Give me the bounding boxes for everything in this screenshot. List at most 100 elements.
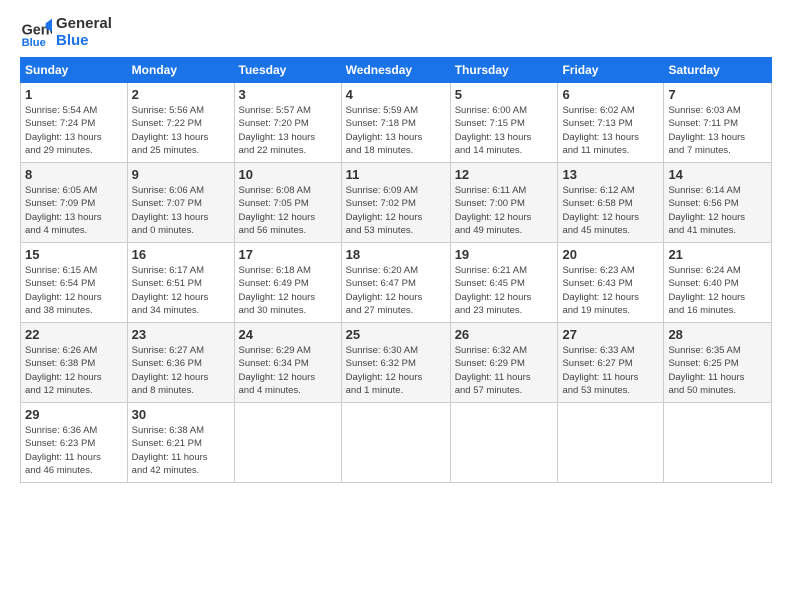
calendar-table: SundayMondayTuesdayWednesdayThursdayFrid… <box>20 57 772 483</box>
day-number: 16 <box>132 247 230 262</box>
day-number: 25 <box>346 327 446 342</box>
calendar-cell: 4 Sunrise: 5:59 AM Sunset: 7:18 PM Daylig… <box>341 83 450 163</box>
day-number: 8 <box>25 167 123 182</box>
calendar-cell: 28 Sunrise: 6:35 AM Sunset: 6:25 PM Dayli… <box>664 323 772 403</box>
day-info: Sunrise: 6:09 AM Sunset: 7:02 PM Dayligh… <box>346 184 446 237</box>
day-info: Sunrise: 6:21 AM Sunset: 6:45 PM Dayligh… <box>455 264 554 317</box>
day-info: Sunrise: 6:20 AM Sunset: 6:47 PM Dayligh… <box>346 264 446 317</box>
day-number: 20 <box>562 247 659 262</box>
day-info: Sunrise: 6:38 AM Sunset: 6:21 PM Dayligh… <box>132 424 230 477</box>
day-info: Sunrise: 6:32 AM Sunset: 6:29 PM Dayligh… <box>455 344 554 397</box>
page: General Blue General Blue SundayMondayTu… <box>0 0 792 612</box>
day-info: Sunrise: 6:33 AM Sunset: 6:27 PM Dayligh… <box>562 344 659 397</box>
day-number: 13 <box>562 167 659 182</box>
day-info: Sunrise: 6:06 AM Sunset: 7:07 PM Dayligh… <box>132 184 230 237</box>
day-info: Sunrise: 6:11 AM Sunset: 7:00 PM Dayligh… <box>455 184 554 237</box>
day-number: 10 <box>239 167 337 182</box>
day-number: 3 <box>239 87 337 102</box>
calendar-cell: 17 Sunrise: 6:18 AM Sunset: 6:49 PM Dayli… <box>234 243 341 323</box>
day-number: 29 <box>25 407 123 422</box>
calendar-cell: 24 Sunrise: 6:29 AM Sunset: 6:34 PM Dayli… <box>234 323 341 403</box>
day-number: 28 <box>668 327 767 342</box>
calendar-cell: 12 Sunrise: 6:11 AM Sunset: 7:00 PM Dayli… <box>450 163 558 243</box>
day-info: Sunrise: 6:05 AM Sunset: 7:09 PM Dayligh… <box>25 184 123 237</box>
calendar-cell <box>450 403 558 483</box>
day-number: 12 <box>455 167 554 182</box>
day-info: Sunrise: 6:15 AM Sunset: 6:54 PM Dayligh… <box>25 264 123 317</box>
calendar-cell: 25Sunrise: 6:30 AM Sunset: 6:32 PM Dayli… <box>341 323 450 403</box>
calendar-cell: 1 Sunrise: 5:54 AM Sunset: 7:24 PM Daylig… <box>21 83 128 163</box>
calendar-cell <box>664 403 772 483</box>
day-number: 9 <box>132 167 230 182</box>
calendar-cell: 14 Sunrise: 6:14 AM Sunset: 6:56 PM Dayli… <box>664 163 772 243</box>
logo-blue: Blue <box>56 33 112 50</box>
logo-wordmark: General Blue <box>56 16 112 49</box>
day-info: Sunrise: 6:18 AM Sunset: 6:49 PM Dayligh… <box>239 264 337 317</box>
weekday-header-tuesday: Tuesday <box>234 58 341 83</box>
calendar-cell: 10 Sunrise: 6:08 AM Sunset: 7:05 PM Dayli… <box>234 163 341 243</box>
calendar-cell: 22 Sunrise: 6:26 AM Sunset: 6:38 PM Dayli… <box>21 323 128 403</box>
day-info: Sunrise: 6:12 AM Sunset: 6:58 PM Dayligh… <box>562 184 659 237</box>
calendar-cell: 26 Sunrise: 6:32 AM Sunset: 6:29 PM Dayli… <box>450 323 558 403</box>
day-info: Sunrise: 6:36 AM Sunset: 6:23 PM Dayligh… <box>25 424 123 477</box>
weekday-header-friday: Friday <box>558 58 664 83</box>
day-info: Sunrise: 6:14 AM Sunset: 6:56 PM Dayligh… <box>668 184 767 237</box>
day-info: Sunrise: 5:56 AM Sunset: 7:22 PM Dayligh… <box>132 104 230 157</box>
day-info: Sunrise: 6:26 AM Sunset: 6:38 PM Dayligh… <box>25 344 123 397</box>
calendar-cell: 5 Sunrise: 6:00 AM Sunset: 7:15 PM Daylig… <box>450 83 558 163</box>
svg-text:Blue: Blue <box>22 36 46 48</box>
calendar-cell: 16Sunrise: 6:17 AM Sunset: 6:51 PM Dayli… <box>127 243 234 323</box>
day-number: 18 <box>346 247 446 262</box>
day-number: 23 <box>132 327 230 342</box>
day-info: Sunrise: 5:54 AM Sunset: 7:24 PM Dayligh… <box>25 104 123 157</box>
weekday-header-sunday: Sunday <box>21 58 128 83</box>
day-number: 15 <box>25 247 123 262</box>
calendar-cell: 3 Sunrise: 5:57 AM Sunset: 7:20 PM Daylig… <box>234 83 341 163</box>
calendar-cell: 18 Sunrise: 6:20 AM Sunset: 6:47 PM Dayli… <box>341 243 450 323</box>
day-info: Sunrise: 6:02 AM Sunset: 7:13 PM Dayligh… <box>562 104 659 157</box>
day-number: 27 <box>562 327 659 342</box>
day-info: Sunrise: 6:03 AM Sunset: 7:11 PM Dayligh… <box>668 104 767 157</box>
calendar-cell: 9 Sunrise: 6:06 AM Sunset: 7:07 PM Daylig… <box>127 163 234 243</box>
calendar-cell <box>341 403 450 483</box>
calendar-cell: 11 Sunrise: 6:09 AM Sunset: 7:02 PM Dayli… <box>341 163 450 243</box>
day-number: 6 <box>562 87 659 102</box>
day-number: 30 <box>132 407 230 422</box>
day-info: Sunrise: 6:35 AM Sunset: 6:25 PM Dayligh… <box>668 344 767 397</box>
day-number: 5 <box>455 87 554 102</box>
calendar-cell: 27 Sunrise: 6:33 AM Sunset: 6:27 PM Dayli… <box>558 323 664 403</box>
calendar-cell: 19 Sunrise: 6:21 AM Sunset: 6:45 PM Dayli… <box>450 243 558 323</box>
day-number: 4 <box>346 87 446 102</box>
day-info: Sunrise: 5:59 AM Sunset: 7:18 PM Dayligh… <box>346 104 446 157</box>
calendar-cell: 6 Sunrise: 6:02 AM Sunset: 7:13 PM Daylig… <box>558 83 664 163</box>
logo-general: General <box>56 16 112 33</box>
day-number: 24 <box>239 327 337 342</box>
calendar-week-5: 29 Sunrise: 6:36 AM Sunset: 6:23 PM Dayli… <box>21 403 772 483</box>
day-number: 1 <box>25 87 123 102</box>
calendar-cell: 20 Sunrise: 6:23 AM Sunset: 6:43 PM Dayli… <box>558 243 664 323</box>
day-number: 17 <box>239 247 337 262</box>
calendar-cell: 15 Sunrise: 6:15 AM Sunset: 6:54 PM Dayli… <box>21 243 128 323</box>
weekday-header-saturday: Saturday <box>664 58 772 83</box>
day-info: Sunrise: 5:57 AM Sunset: 7:20 PM Dayligh… <box>239 104 337 157</box>
day-number: 14 <box>668 167 767 182</box>
day-info: Sunrise: 6:00 AM Sunset: 7:15 PM Dayligh… <box>455 104 554 157</box>
calendar-cell: 23 Sunrise: 6:27 AM Sunset: 6:36 PM Dayli… <box>127 323 234 403</box>
day-number: 7 <box>668 87 767 102</box>
calendar-cell <box>558 403 664 483</box>
calendar-cell: 7 Sunrise: 6:03 AM Sunset: 7:11 PM Daylig… <box>664 83 772 163</box>
calendar-cell: 2Sunrise: 5:56 AM Sunset: 7:22 PM Daylig… <box>127 83 234 163</box>
day-number: 19 <box>455 247 554 262</box>
day-number: 22 <box>25 327 123 342</box>
calendar-cell <box>234 403 341 483</box>
day-info: Sunrise: 6:08 AM Sunset: 7:05 PM Dayligh… <box>239 184 337 237</box>
day-number: 26 <box>455 327 554 342</box>
day-number: 11 <box>346 167 446 182</box>
calendar-cell: 30 Sunrise: 6:38 AM Sunset: 6:21 PM Dayli… <box>127 403 234 483</box>
header: General Blue General Blue <box>20 16 772 49</box>
day-info: Sunrise: 6:24 AM Sunset: 6:40 PM Dayligh… <box>668 264 767 317</box>
day-info: Sunrise: 6:29 AM Sunset: 6:34 PM Dayligh… <box>239 344 337 397</box>
day-info: Sunrise: 6:27 AM Sunset: 6:36 PM Dayligh… <box>132 344 230 397</box>
weekday-header-thursday: Thursday <box>450 58 558 83</box>
day-info: Sunrise: 6:23 AM Sunset: 6:43 PM Dayligh… <box>562 264 659 317</box>
